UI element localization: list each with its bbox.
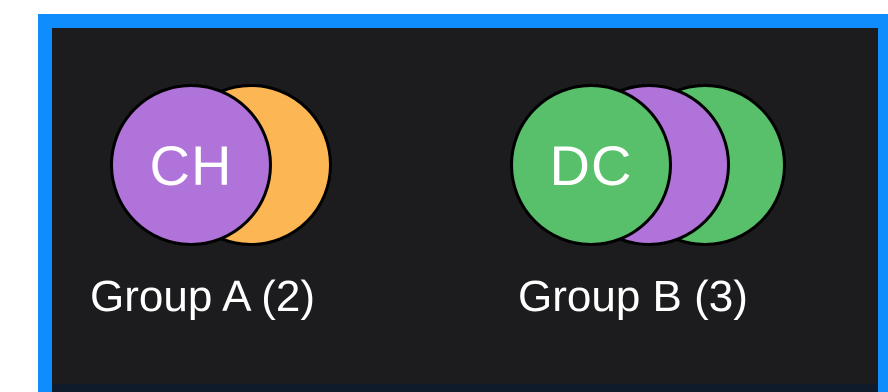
group-a[interactable]: S CH Group A (2) (90, 84, 332, 321)
group-label: Group A (2) (90, 272, 316, 321)
avatar: DC (510, 84, 672, 246)
group-label: Group B (3) (518, 272, 748, 321)
avatar-initials: CH (149, 133, 233, 197)
avatar-stack: S CH (110, 84, 332, 246)
avatar: CH (110, 84, 272, 246)
panel-bottom-edge (52, 384, 878, 392)
group-b[interactable]: M D DC Group B (3) (510, 84, 790, 321)
avatar-stack: M D DC (510, 84, 790, 246)
avatar-initials: DC (549, 133, 633, 197)
